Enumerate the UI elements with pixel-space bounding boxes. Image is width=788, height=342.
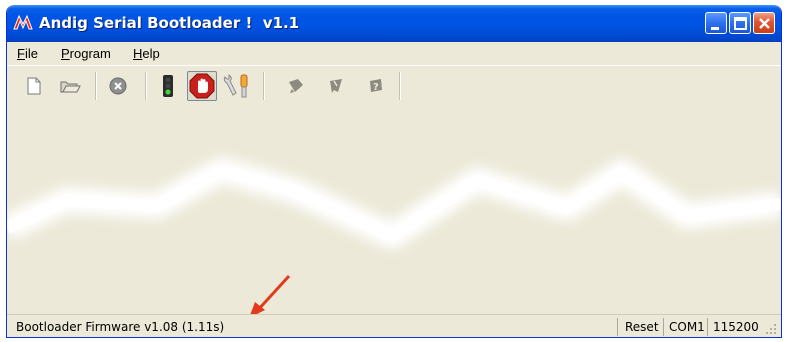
status-pane-separator (617, 318, 618, 336)
minimize-button[interactable] (705, 12, 727, 34)
menu-help[interactable]: Help (133, 46, 160, 61)
svg-text:?: ? (373, 82, 379, 93)
new-button[interactable] (21, 73, 47, 99)
title-bar[interactable]: Andig Serial Bootloader ! v1.1 (7, 5, 781, 42)
main-content-area (7, 106, 781, 314)
window-title: Andig Serial Bootloader ! v1.1 (39, 14, 300, 32)
verify-icon (330, 79, 342, 93)
close-icon (759, 18, 770, 29)
toolbar: ? (7, 65, 781, 107)
minimize-icon (711, 27, 719, 30)
program-chip-icon (289, 79, 303, 93)
open-button[interactable] (57, 73, 83, 99)
app-window: Andig Serial Bootloader ! v1.1 File Prog… (6, 5, 782, 338)
stop-hand-icon (189, 73, 215, 99)
torn-edge-decoration (7, 157, 781, 314)
port-status: COM1 (669, 320, 705, 334)
stop-button[interactable] (187, 71, 217, 101)
wrench-settings-icon (223, 73, 248, 98)
run-button[interactable] (155, 73, 181, 99)
menu-file[interactable]: File (17, 46, 38, 61)
toolbar-separator (263, 72, 265, 100)
toolbar-separator (399, 72, 401, 100)
maximize-icon (734, 17, 747, 30)
open-folder-icon (60, 81, 81, 93)
firmware-status: Bootloader Firmware v1.08 (1.11s) (16, 320, 225, 334)
annotation-arrow-icon (255, 274, 291, 313)
verify-button[interactable] (323, 73, 349, 99)
toolbar-separator (145, 72, 147, 100)
close-button[interactable] (753, 12, 775, 34)
settings-button[interactable] (221, 73, 255, 99)
maximize-button[interactable] (729, 12, 751, 34)
cancel-button[interactable] (105, 73, 131, 99)
menu-bar: File Program Help (7, 42, 781, 64)
microchip-logo-icon (13, 14, 33, 30)
toolbar-separator (95, 72, 97, 100)
reset-status: Reset (625, 320, 659, 334)
stop-circle-icon (109, 77, 127, 95)
resize-grip-icon[interactable] (765, 323, 777, 335)
status-pane-separator (663, 318, 664, 336)
help-button[interactable]: ? (363, 73, 389, 99)
status-pane-separator (707, 318, 708, 336)
help-icon: ? (370, 79, 382, 93)
status-bar: Bootloader Firmware v1.08 (1.11s) Reset … (7, 314, 781, 337)
baud-status: 115200 (713, 320, 759, 334)
program-button[interactable] (283, 73, 309, 99)
menu-program[interactable]: Program (61, 46, 111, 61)
new-document-icon (27, 77, 41, 95)
traffic-light-icon (163, 75, 173, 97)
